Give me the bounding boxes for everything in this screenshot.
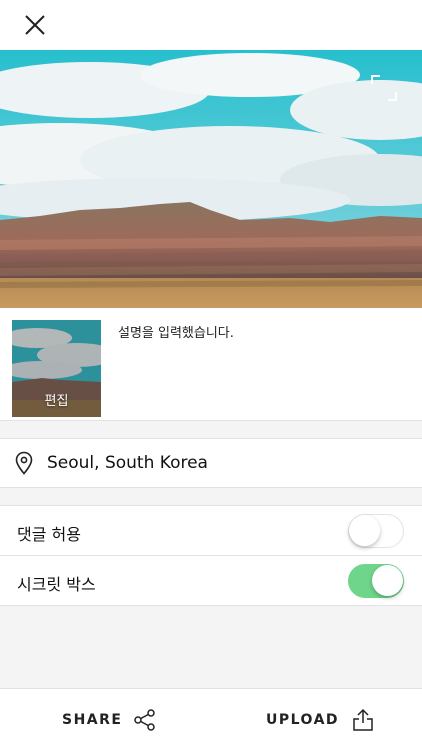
upload-button[interactable]: UPLOAD [266,689,375,750]
secret-box-label: 시크릿 박스 [17,575,96,594]
top-bar [0,0,422,50]
share-icon [134,709,156,731]
edit-label: 편집 [44,394,69,409]
upload-label: UPLOAD [266,712,340,728]
location-pin-icon [15,451,33,475]
photo-preview [0,50,422,308]
caption-card: 편집 설명을 입력했습니다. [0,308,422,421]
settings-list: 댓글 허용 시크릿 박스 [0,505,422,606]
caption-text[interactable]: 설명을 입력했습니다. [118,322,234,341]
share-label: SHARE [62,712,123,728]
bottom-bar: SHARE UPLOAD [0,688,422,750]
toggle-knob [349,515,380,546]
setting-row-secret-box: 시크릿 박스 [0,556,422,606]
location-label: Seoul, South Korea [47,453,208,473]
location-row[interactable]: Seoul, South Korea [0,438,422,488]
edit-thumbnail-button[interactable]: 편집 [12,320,101,417]
expand-icon [371,75,397,101]
setting-row-allow-comments: 댓글 허용 [0,506,422,556]
allow-comments-toggle[interactable] [348,514,404,548]
upload-icon [353,708,373,731]
landscape-photo [0,50,422,308]
allow-comments-label: 댓글 허용 [17,525,81,544]
share-button[interactable]: SHARE [62,689,156,750]
toggle-knob [372,565,403,596]
close-button[interactable] [22,12,48,38]
expand-button[interactable] [370,74,398,102]
close-icon [25,15,45,35]
secret-box-toggle[interactable] [348,564,404,598]
